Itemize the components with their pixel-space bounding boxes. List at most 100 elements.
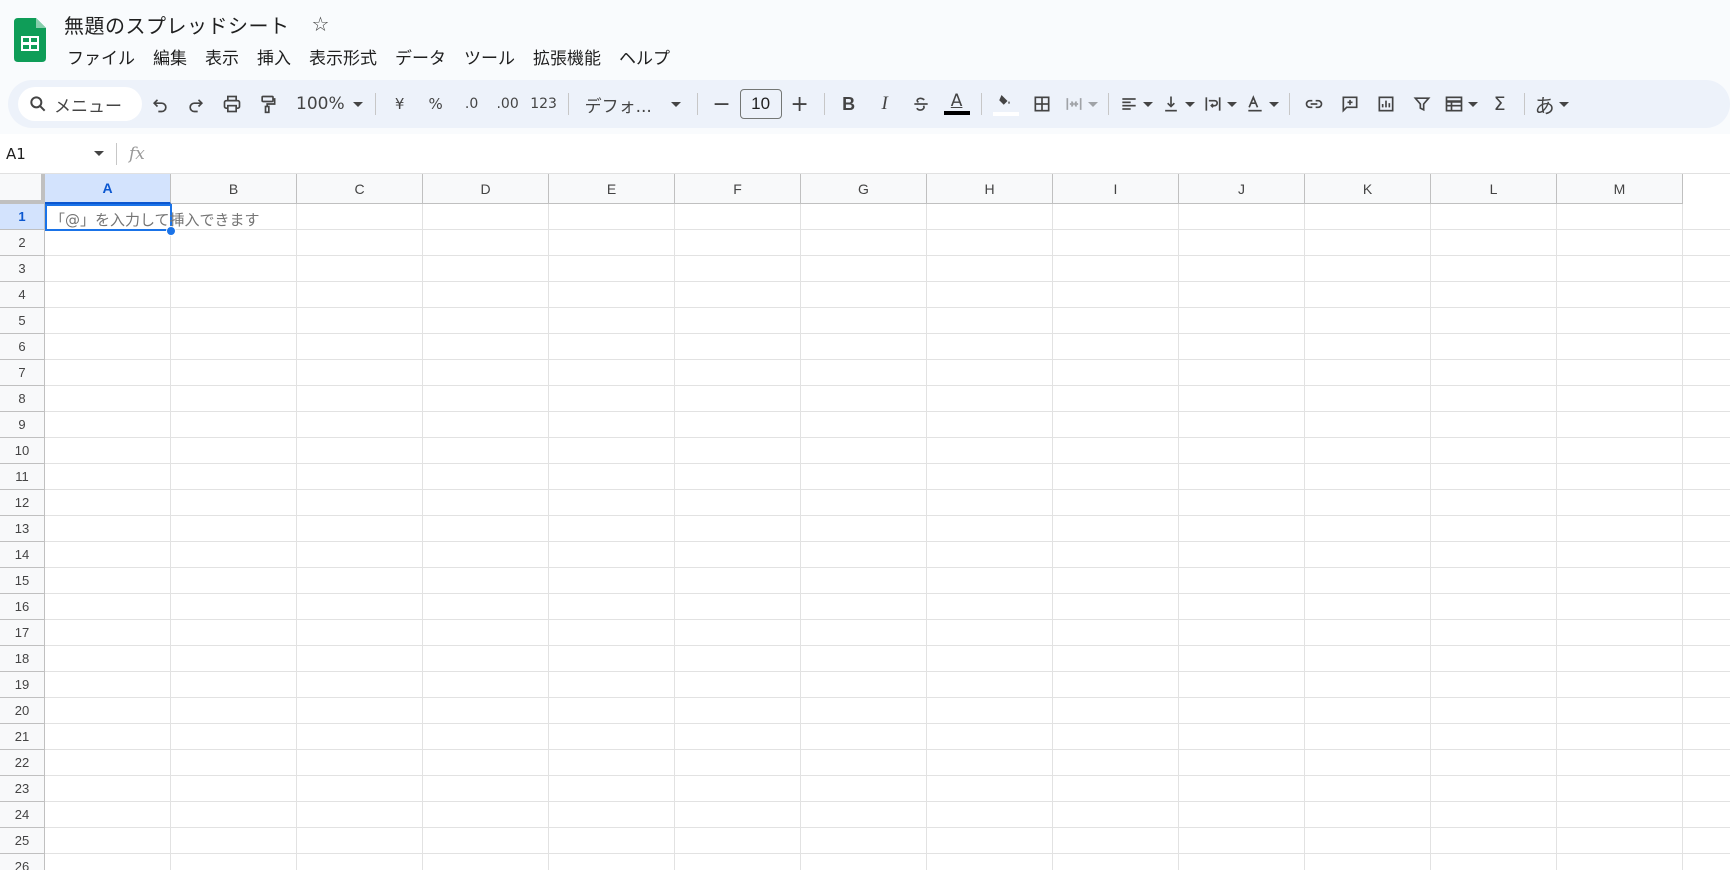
row-header[interactable]: 3 xyxy=(0,256,44,282)
sheets-logo-icon[interactable] xyxy=(14,18,46,62)
cell-area[interactable] xyxy=(45,204,1730,870)
row-header[interactable]: 7 xyxy=(0,360,44,386)
chevron-down-icon xyxy=(1226,101,1237,107)
align-left-icon xyxy=(1121,98,1136,110)
menu-search-button[interactable]: メニュー xyxy=(18,87,142,121)
menu-data[interactable]: データ xyxy=(386,42,455,71)
borders-button[interactable] xyxy=(1024,86,1060,122)
filter-views-button[interactable] xyxy=(1440,86,1482,122)
column-header[interactable]: M xyxy=(1557,174,1683,204)
row-header[interactable]: 21 xyxy=(0,724,44,750)
column-header[interactable]: L xyxy=(1431,174,1557,204)
column-header[interactable]: E xyxy=(549,174,675,204)
row-header[interactable]: 17 xyxy=(0,620,44,646)
row-header[interactable]: 24 xyxy=(0,802,44,828)
column-header[interactable]: I xyxy=(1053,174,1179,204)
undo-button[interactable] xyxy=(142,86,178,122)
zoom-value: 100% xyxy=(296,94,345,114)
paint-format-button[interactable] xyxy=(250,86,286,122)
font-size-increase-button[interactable]: + xyxy=(782,86,818,122)
row-header[interactable]: 9 xyxy=(0,412,44,438)
fill-handle[interactable] xyxy=(166,226,176,236)
print-button[interactable] xyxy=(214,86,250,122)
menu-extensions[interactable]: 拡張機能 xyxy=(524,42,610,71)
column-header[interactable]: K xyxy=(1305,174,1431,204)
more-formats-button[interactable]: 123 xyxy=(526,86,562,122)
column-header[interactable]: G xyxy=(801,174,927,204)
menu-file[interactable]: ファイル xyxy=(58,42,144,71)
column-header[interactable]: F xyxy=(675,174,801,204)
star-icon[interactable]: ☆ xyxy=(312,12,330,36)
column-header[interactable]: C xyxy=(297,174,423,204)
row-header[interactable]: 11 xyxy=(0,464,44,490)
row-header[interactable]: 5 xyxy=(0,308,44,334)
horizontal-align-button[interactable] xyxy=(1115,86,1157,122)
column-header[interactable]: H xyxy=(927,174,1053,204)
percent-format-button[interactable]: % xyxy=(418,86,454,122)
insert-comment-button[interactable] xyxy=(1332,86,1368,122)
column-header[interactable]: B xyxy=(171,174,297,204)
text-color-button[interactable]: A xyxy=(939,86,975,122)
merge-cells-button[interactable] xyxy=(1060,86,1102,122)
document-title[interactable]: 無題のスプレッドシート xyxy=(64,10,290,39)
menu-help[interactable]: ヘルプ xyxy=(610,42,679,71)
vertical-align-button[interactable] xyxy=(1157,86,1199,122)
menu-bar: ファイル 編集 表示 挿入 表示形式 データ ツール 拡張機能 ヘルプ xyxy=(58,42,679,70)
decrease-decimal-button[interactable]: .0 xyxy=(454,86,490,122)
increase-decimal-button[interactable]: .00 xyxy=(490,86,526,122)
row-header[interactable]: 12 xyxy=(0,490,44,516)
fill-color-button[interactable] xyxy=(988,86,1024,122)
menu-edit[interactable]: 編集 xyxy=(144,42,196,71)
zoom-select[interactable]: 100% xyxy=(286,94,369,114)
row-header[interactable]: 22 xyxy=(0,750,44,776)
row-header[interactable]: 2 xyxy=(0,230,44,256)
row-header[interactable]: 26 xyxy=(0,854,44,870)
row-header[interactable]: 14 xyxy=(0,542,44,568)
insert-chart-button[interactable] xyxy=(1368,86,1404,122)
strikethrough-button[interactable] xyxy=(903,86,939,122)
text-rotation-button[interactable] xyxy=(1241,86,1283,122)
menu-view[interactable]: 表示 xyxy=(196,42,248,71)
row-header[interactable]: 8 xyxy=(0,386,44,412)
bold-button[interactable]: B xyxy=(831,86,867,122)
vertical-align-bottom-icon xyxy=(1164,96,1177,112)
font-family-select[interactable]: デフォ... xyxy=(575,92,691,117)
italic-button[interactable]: I xyxy=(867,86,903,122)
column-header[interactable]: D xyxy=(423,174,549,204)
text-color-icon: A xyxy=(950,91,963,111)
name-box[interactable]: A1 xyxy=(0,139,112,169)
row-header[interactable]: 16 xyxy=(0,594,44,620)
row-header[interactable]: 23 xyxy=(0,776,44,802)
row-header[interactable]: 13 xyxy=(0,516,44,542)
filter-button[interactable] xyxy=(1404,86,1440,122)
toolbar-divider xyxy=(980,93,982,115)
currency-format-button[interactable]: ¥ xyxy=(382,86,418,122)
row-header[interactable]: 18 xyxy=(0,646,44,672)
row-header[interactable]: 10 xyxy=(0,438,44,464)
row-header[interactable]: 6 xyxy=(0,334,44,360)
insert-link-button[interactable] xyxy=(1296,86,1332,122)
font-family-value: デフォ... xyxy=(584,96,652,117)
row-header[interactable]: 25 xyxy=(0,828,44,854)
formula-input[interactable] xyxy=(154,138,1730,169)
redo-button[interactable] xyxy=(178,86,214,122)
select-all-corner[interactable] xyxy=(0,174,45,204)
row-header[interactable]: 20 xyxy=(0,698,44,724)
font-size-decrease-button[interactable]: − xyxy=(704,86,740,122)
column-headers: A B C D E F G H I J K L M xyxy=(45,174,1683,204)
merge-cells-icon xyxy=(1066,98,1082,110)
row-header[interactable]: 19 xyxy=(0,672,44,698)
column-header[interactable]: A xyxy=(45,174,171,204)
menu-format[interactable]: 表示形式 xyxy=(300,42,386,71)
row-header[interactable]: 4 xyxy=(0,282,44,308)
menu-tools[interactable]: ツール xyxy=(455,42,524,71)
column-header[interactable]: J xyxy=(1179,174,1305,204)
input-tools-button[interactable]: あ xyxy=(1531,86,1573,122)
functions-button[interactable]: Σ xyxy=(1482,86,1518,122)
row-header[interactable]: 1 xyxy=(0,204,44,230)
bold-icon: B xyxy=(842,93,856,114)
menu-insert[interactable]: 挿入 xyxy=(248,42,300,71)
row-header[interactable]: 15 xyxy=(0,568,44,594)
text-wrap-button[interactable] xyxy=(1199,86,1241,122)
font-size-input[interactable] xyxy=(739,89,782,119)
